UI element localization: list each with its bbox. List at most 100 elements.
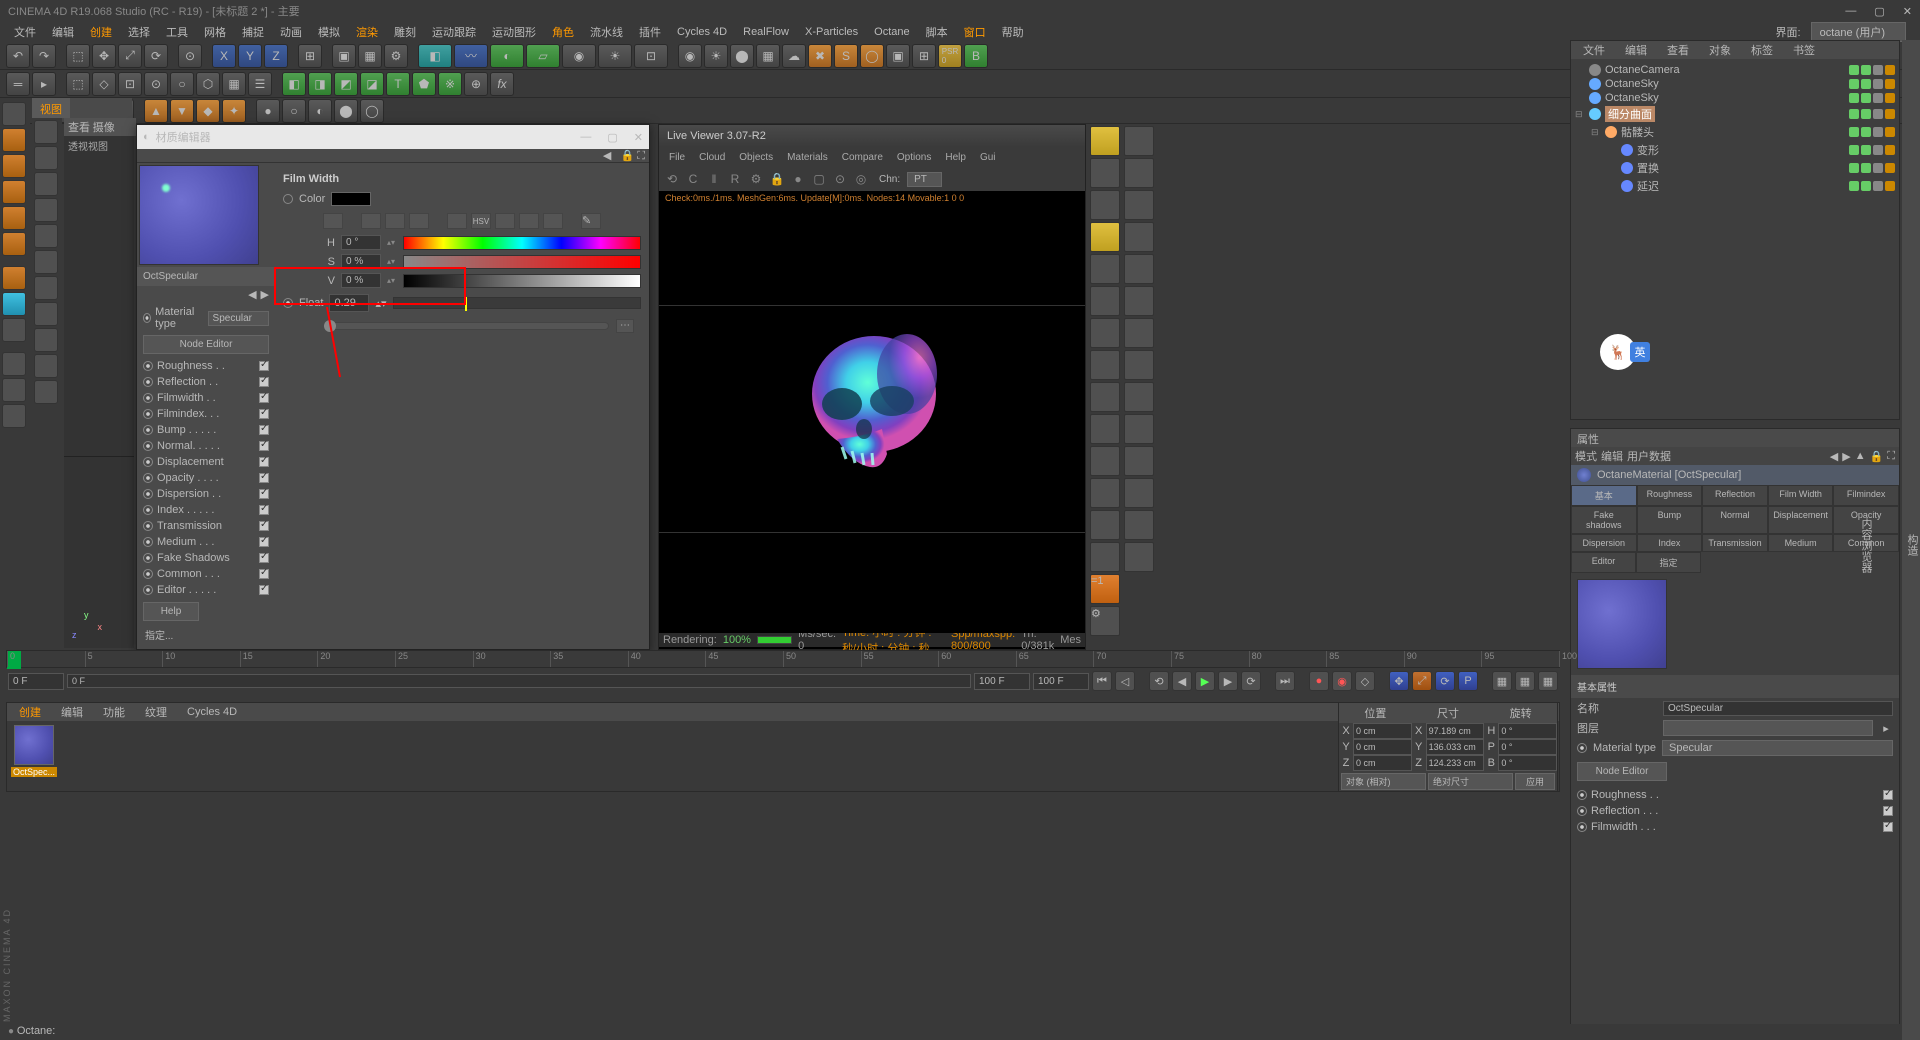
octane-cam-icon[interactable]: ◉: [678, 44, 702, 68]
ric-6-icon[interactable]: [1090, 286, 1120, 316]
menu-xp[interactable]: X-Particles: [799, 24, 864, 40]
lv-menu-compare[interactable]: Compare: [836, 150, 889, 165]
menu-octane[interactable]: Octane: [868, 24, 915, 40]
ct-hsv-icon[interactable]: HSV: [471, 213, 491, 229]
attr-prev-icon[interactable]: ◀: [1830, 450, 1838, 463]
obj-tab-view[interactable]: 查看: [1659, 40, 1697, 60]
help-button[interactable]: Help: [143, 602, 199, 621]
s-value[interactable]: 0 %: [341, 254, 381, 269]
attr-tab-dispersion[interactable]: Dispersion: [1571, 534, 1637, 552]
menu-render[interactable]: 渲染: [350, 22, 384, 42]
octane-x-icon[interactable]: ✖: [808, 44, 832, 68]
menu-create[interactable]: 创建: [84, 22, 118, 42]
channel-item[interactable]: Editor . . . . .: [137, 582, 275, 598]
tree-row[interactable]: 置换: [1575, 159, 1895, 177]
tl-move-icon[interactable]: ✥: [1389, 671, 1409, 691]
ric-b9-icon[interactable]: [1124, 382, 1154, 412]
attr-lock-icon[interactable]: 🔒: [1870, 450, 1884, 463]
ct-7-icon[interactable]: [495, 213, 515, 229]
menu-realflow[interactable]: RealFlow: [737, 24, 795, 40]
tl-loop-icon[interactable]: ⟲: [1149, 671, 1169, 691]
ric-b8-icon[interactable]: [1124, 350, 1154, 380]
ric-gear-icon[interactable]: ⚙: [1090, 606, 1120, 636]
live-viewer-render[interactable]: [659, 205, 1085, 633]
maximize-icon[interactable]: ▢: [1874, 5, 1884, 18]
scene-icon[interactable]: ⊡: [634, 44, 668, 68]
v-spinner[interactable]: ▴▾: [387, 276, 397, 285]
mat-tab-tex[interactable]: 纹理: [137, 702, 175, 722]
ric-b4-icon[interactable]: [1124, 222, 1154, 252]
channel-item[interactable]: Bump . . . . .: [137, 422, 275, 438]
t2-16-icon[interactable]: ⬟: [412, 72, 436, 96]
select-icon[interactable]: ⬚: [66, 44, 90, 68]
lt-magnet-icon[interactable]: [2, 352, 26, 376]
menu-track[interactable]: 运动跟踪: [426, 22, 482, 42]
lt2-11-icon[interactable]: [34, 380, 58, 404]
menu-anim[interactable]: 动画: [274, 22, 308, 42]
t2-18-icon[interactable]: ⊕: [464, 72, 488, 96]
tl-end2[interactable]: [1033, 673, 1089, 690]
lt2-arrow-icon[interactable]: [34, 120, 58, 144]
texture-slider[interactable]: ⋯: [329, 322, 609, 330]
h-value[interactable]: 0 °: [341, 235, 381, 250]
ric-b2-icon[interactable]: [1124, 158, 1154, 188]
attr-mattype-radio[interactable]: [1577, 743, 1587, 753]
lv-menu-help[interactable]: Help: [939, 150, 972, 165]
t2-11-icon[interactable]: ◧: [282, 72, 306, 96]
attr-layer-menu-icon[interactable]: ▸: [1879, 722, 1893, 735]
ct-4-icon[interactable]: [409, 213, 429, 229]
attr-tab-editor[interactable]: Editor: [1571, 552, 1636, 573]
tl-next-icon[interactable]: ▶: [1218, 671, 1238, 691]
channel-item[interactable]: Medium . . .: [137, 534, 275, 550]
ric-b7-icon[interactable]: [1124, 318, 1154, 348]
t3-10-icon[interactable]: ●: [256, 99, 280, 123]
t3-6-icon[interactable]: ▲: [144, 99, 168, 123]
render-settings-icon[interactable]: ⚙: [384, 44, 408, 68]
hue-slider[interactable]: [403, 236, 641, 250]
lv-settings-icon[interactable]: ⚙: [747, 170, 765, 188]
attr-name-input[interactable]: [1663, 701, 1893, 716]
viewport-canvas[interactable]: 透视视图 y x z: [64, 136, 134, 648]
t2-17-icon[interactable]: ※: [438, 72, 462, 96]
menu-select[interactable]: 选择: [122, 22, 156, 42]
menu-snap[interactable]: 捕捉: [236, 22, 270, 42]
ric-10-icon[interactable]: [1090, 414, 1120, 444]
lv-region-icon[interactable]: R: [726, 170, 744, 188]
menu-mograph[interactable]: 运动图形: [486, 22, 542, 42]
menu-cycles[interactable]: Cycles 4D: [671, 24, 733, 40]
attr-material-preview[interactable]: [1577, 579, 1667, 669]
node-editor-button[interactable]: Node Editor: [143, 335, 269, 354]
menu-sim[interactable]: 模拟: [312, 22, 346, 42]
tl-scale-icon[interactable]: ⤢: [1412, 671, 1432, 691]
t2-text-icon[interactable]: T: [386, 72, 410, 96]
ric-3-icon[interactable]: [1090, 190, 1120, 220]
ric-15-icon[interactable]: =1: [1090, 574, 1120, 604]
mat-tab-cycles[interactable]: Cycles 4D: [179, 704, 245, 720]
redo-icon[interactable]: ↷: [32, 44, 56, 68]
t2-2-icon[interactable]: ▸: [32, 72, 56, 96]
attr-tab-assign[interactable]: 指定: [1636, 552, 1701, 573]
t3-12-icon[interactable]: ◐: [308, 99, 332, 123]
tl-p-icon[interactable]: P: [1458, 671, 1478, 691]
attr-channel-item[interactable]: Roughness . .: [1571, 787, 1899, 803]
menu-sculpt[interactable]: 雕刻: [388, 22, 422, 42]
render-view-icon[interactable]: ▣: [332, 44, 356, 68]
ric-b1-icon[interactable]: [1124, 126, 1154, 156]
tree-row[interactable]: 变形: [1575, 141, 1895, 159]
coord-icon[interactable]: ⊞: [298, 44, 322, 68]
obj-tab-edit[interactable]: 编辑: [1617, 40, 1655, 60]
sat-slider[interactable]: [403, 255, 641, 269]
ric-1-icon[interactable]: [1090, 126, 1120, 156]
color-radio[interactable]: [283, 194, 293, 204]
axis-lock-z-icon[interactable]: Z: [264, 44, 288, 68]
channel-item[interactable]: Displacement: [137, 454, 275, 470]
attr-layer-select[interactable]: [1663, 720, 1873, 736]
tl-start[interactable]: [8, 673, 64, 690]
ric-12-icon[interactable]: [1090, 478, 1120, 508]
lv-pin-icon[interactable]: ◎: [852, 170, 870, 188]
tl-first-icon[interactable]: ⏮: [1092, 671, 1112, 691]
lv-lock-icon[interactable]: 🔒: [768, 170, 786, 188]
ct-3-icon[interactable]: [385, 213, 405, 229]
t3-13-icon[interactable]: ⬤: [334, 99, 358, 123]
channel-item[interactable]: Transmission: [137, 518, 275, 534]
